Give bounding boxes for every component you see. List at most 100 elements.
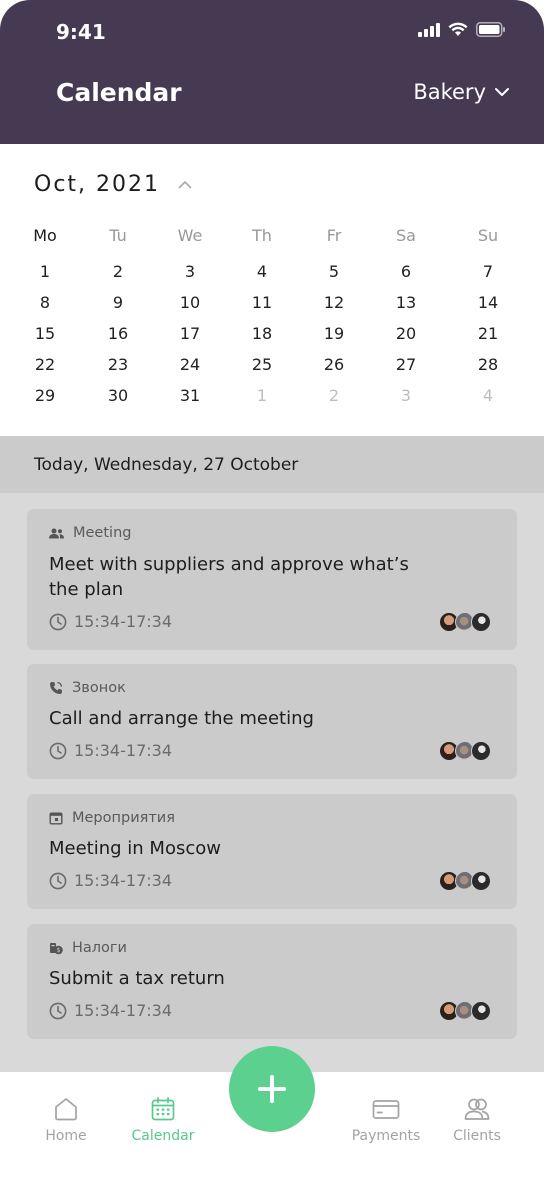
event-title: Call and arrange the meeting (49, 708, 314, 729)
calendar-day[interactable]: 2 (94, 262, 142, 281)
participants[interactable] (439, 871, 491, 891)
clock-icon (49, 613, 67, 630)
calendar-day[interactable]: 28 (464, 355, 512, 374)
month-selector[interactable]: Oct, 2021 (34, 172, 192, 197)
calendar-day[interactable]: 14 (464, 293, 512, 312)
calendar-day[interactable]: 5 (310, 262, 358, 281)
nav-clients-label: Clients (453, 1128, 501, 1144)
calendar-day[interactable]: 31 (166, 386, 214, 405)
avatar (471, 871, 491, 891)
today-header: Today, Wednesday, 27 October (0, 436, 544, 493)
calendar-day-next-month[interactable]: 1 (238, 386, 286, 405)
calendar-day[interactable]: 18 (238, 324, 286, 343)
event-time-label: 15:34-17:34 (74, 612, 172, 631)
calendar-day[interactable]: 16 (94, 324, 142, 343)
event-category: Звонок (49, 680, 126, 696)
status-time: 9:41 (56, 20, 106, 44)
chevron-down-icon (495, 88, 509, 96)
home-icon (55, 1098, 77, 1121)
business-dropdown-label: Bakery (413, 80, 486, 104)
calendar-day-next-month[interactable]: 2 (310, 386, 358, 405)
calendar-day-next-month[interactable]: 4 (464, 386, 512, 405)
event-category: Meeting (49, 525, 131, 541)
weekday-label: Tu (109, 226, 127, 245)
event-title: Submit a tax return (49, 968, 225, 989)
battery-icon (476, 22, 505, 37)
weekday-label: Sa (396, 226, 416, 245)
participants[interactable] (439, 612, 491, 632)
week-row: 22 23 24 25 26 27 28 (0, 355, 544, 386)
calendar-day[interactable]: 29 (21, 386, 69, 405)
calendar-day[interactable]: 8 (21, 293, 69, 312)
page-title: Calendar (56, 78, 182, 107)
events-list: Today, Wednesday, 27 October Meeting Mee… (0, 436, 544, 1072)
event-category-label: Звонок (72, 680, 126, 696)
participants[interactable] (439, 741, 491, 761)
calendar-day[interactable]: 10 (166, 293, 214, 312)
calendar-day[interactable]: 11 (238, 293, 286, 312)
event-title: Meet with suppliers and approve what’s t… (49, 554, 409, 600)
event-card[interactable]: Meeting Meet with suppliers and approve … (27, 509, 517, 650)
clock-icon (49, 872, 67, 889)
today-label: Today, Wednesday, 27 October (34, 455, 299, 475)
event-card[interactable]: Звонок Call and arrange the meeting 15:3… (27, 664, 517, 779)
users-icon (464, 1098, 490, 1120)
nav-home[interactable]: Home (16, 1096, 116, 1144)
calendar-day[interactable]: 12 (310, 293, 358, 312)
calendar-day[interactable]: 27 (382, 355, 430, 374)
calendar-day[interactable]: 21 (464, 324, 512, 343)
add-event-button[interactable] (229, 1046, 315, 1132)
business-dropdown[interactable]: Bakery (413, 80, 510, 104)
calendar-day[interactable]: 17 (166, 324, 214, 343)
calendar-day[interactable]: 7 (464, 262, 512, 281)
calendar-day[interactable]: 9 (94, 293, 142, 312)
event-time: 15:34-17:34 (49, 871, 172, 890)
nav-payments-label: Payments (351, 1128, 421, 1144)
svg-text:$: $ (57, 947, 61, 954)
event-category-label: Налоги (72, 940, 127, 956)
nav-calendar[interactable]: Calendar (113, 1096, 213, 1144)
event-card[interactable]: $ Налоги Submit a tax return 15:34-17:34 (27, 924, 517, 1039)
event-time-label: 15:34-17:34 (74, 871, 172, 890)
nav-clients[interactable]: Clients (427, 1096, 527, 1144)
avatar (471, 612, 491, 632)
nav-calendar-label: Calendar (131, 1128, 195, 1144)
people-icon (49, 528, 64, 538)
weekday-label: Th (252, 226, 272, 245)
event-card[interactable]: Мероприятия Meeting in Moscow 15:34-17:3… (27, 794, 517, 909)
calendar-day[interactable]: 23 (94, 355, 142, 374)
calendar-day-next-month[interactable]: 3 (382, 386, 430, 405)
calendar-day[interactable]: 4 (238, 262, 286, 281)
week-row: 29 30 31 1 2 3 4 (0, 386, 544, 417)
calendar-day[interactable]: 15 (21, 324, 69, 343)
nav-payments[interactable]: Payments (336, 1096, 436, 1144)
event-title: Meeting in Moscow (49, 838, 221, 859)
calendar-day[interactable]: 20 (382, 324, 430, 343)
weekday-header-row: Mo Tu We Th Fr Sa Su (0, 226, 544, 257)
event-time: 15:34-17:34 (49, 612, 172, 631)
calendar-icon (151, 1097, 175, 1121)
calendar-day[interactable]: 24 (166, 355, 214, 374)
money-icon: $ (50, 943, 63, 955)
month-label: Oct, 2021 (34, 172, 161, 197)
event-time: 15:34-17:34 (49, 741, 172, 760)
calendar-day[interactable]: 13 (382, 293, 430, 312)
event-category-label: Мероприятия (72, 810, 175, 826)
calendar-day[interactable]: 1 (21, 262, 69, 281)
calendar-day[interactable]: 25 (238, 355, 286, 374)
wifi-icon (448, 22, 468, 36)
calendar-event-icon (49, 812, 63, 825)
plus-icon (258, 1075, 286, 1103)
event-time-label: 15:34-17:34 (74, 1001, 172, 1020)
calendar-day[interactable]: 19 (310, 324, 358, 343)
participants[interactable] (439, 1001, 491, 1021)
card-icon (372, 1100, 400, 1119)
clock-icon (49, 742, 67, 759)
calendar-day[interactable]: 6 (382, 262, 430, 281)
week-row: 8 9 10 11 12 13 14 (0, 293, 544, 324)
event-category: $ Налоги (49, 940, 127, 956)
calendar-day[interactable]: 26 (310, 355, 358, 374)
calendar-day[interactable]: 30 (94, 386, 142, 405)
calendar-day[interactable]: 22 (21, 355, 69, 374)
calendar-day[interactable]: 3 (166, 262, 214, 281)
